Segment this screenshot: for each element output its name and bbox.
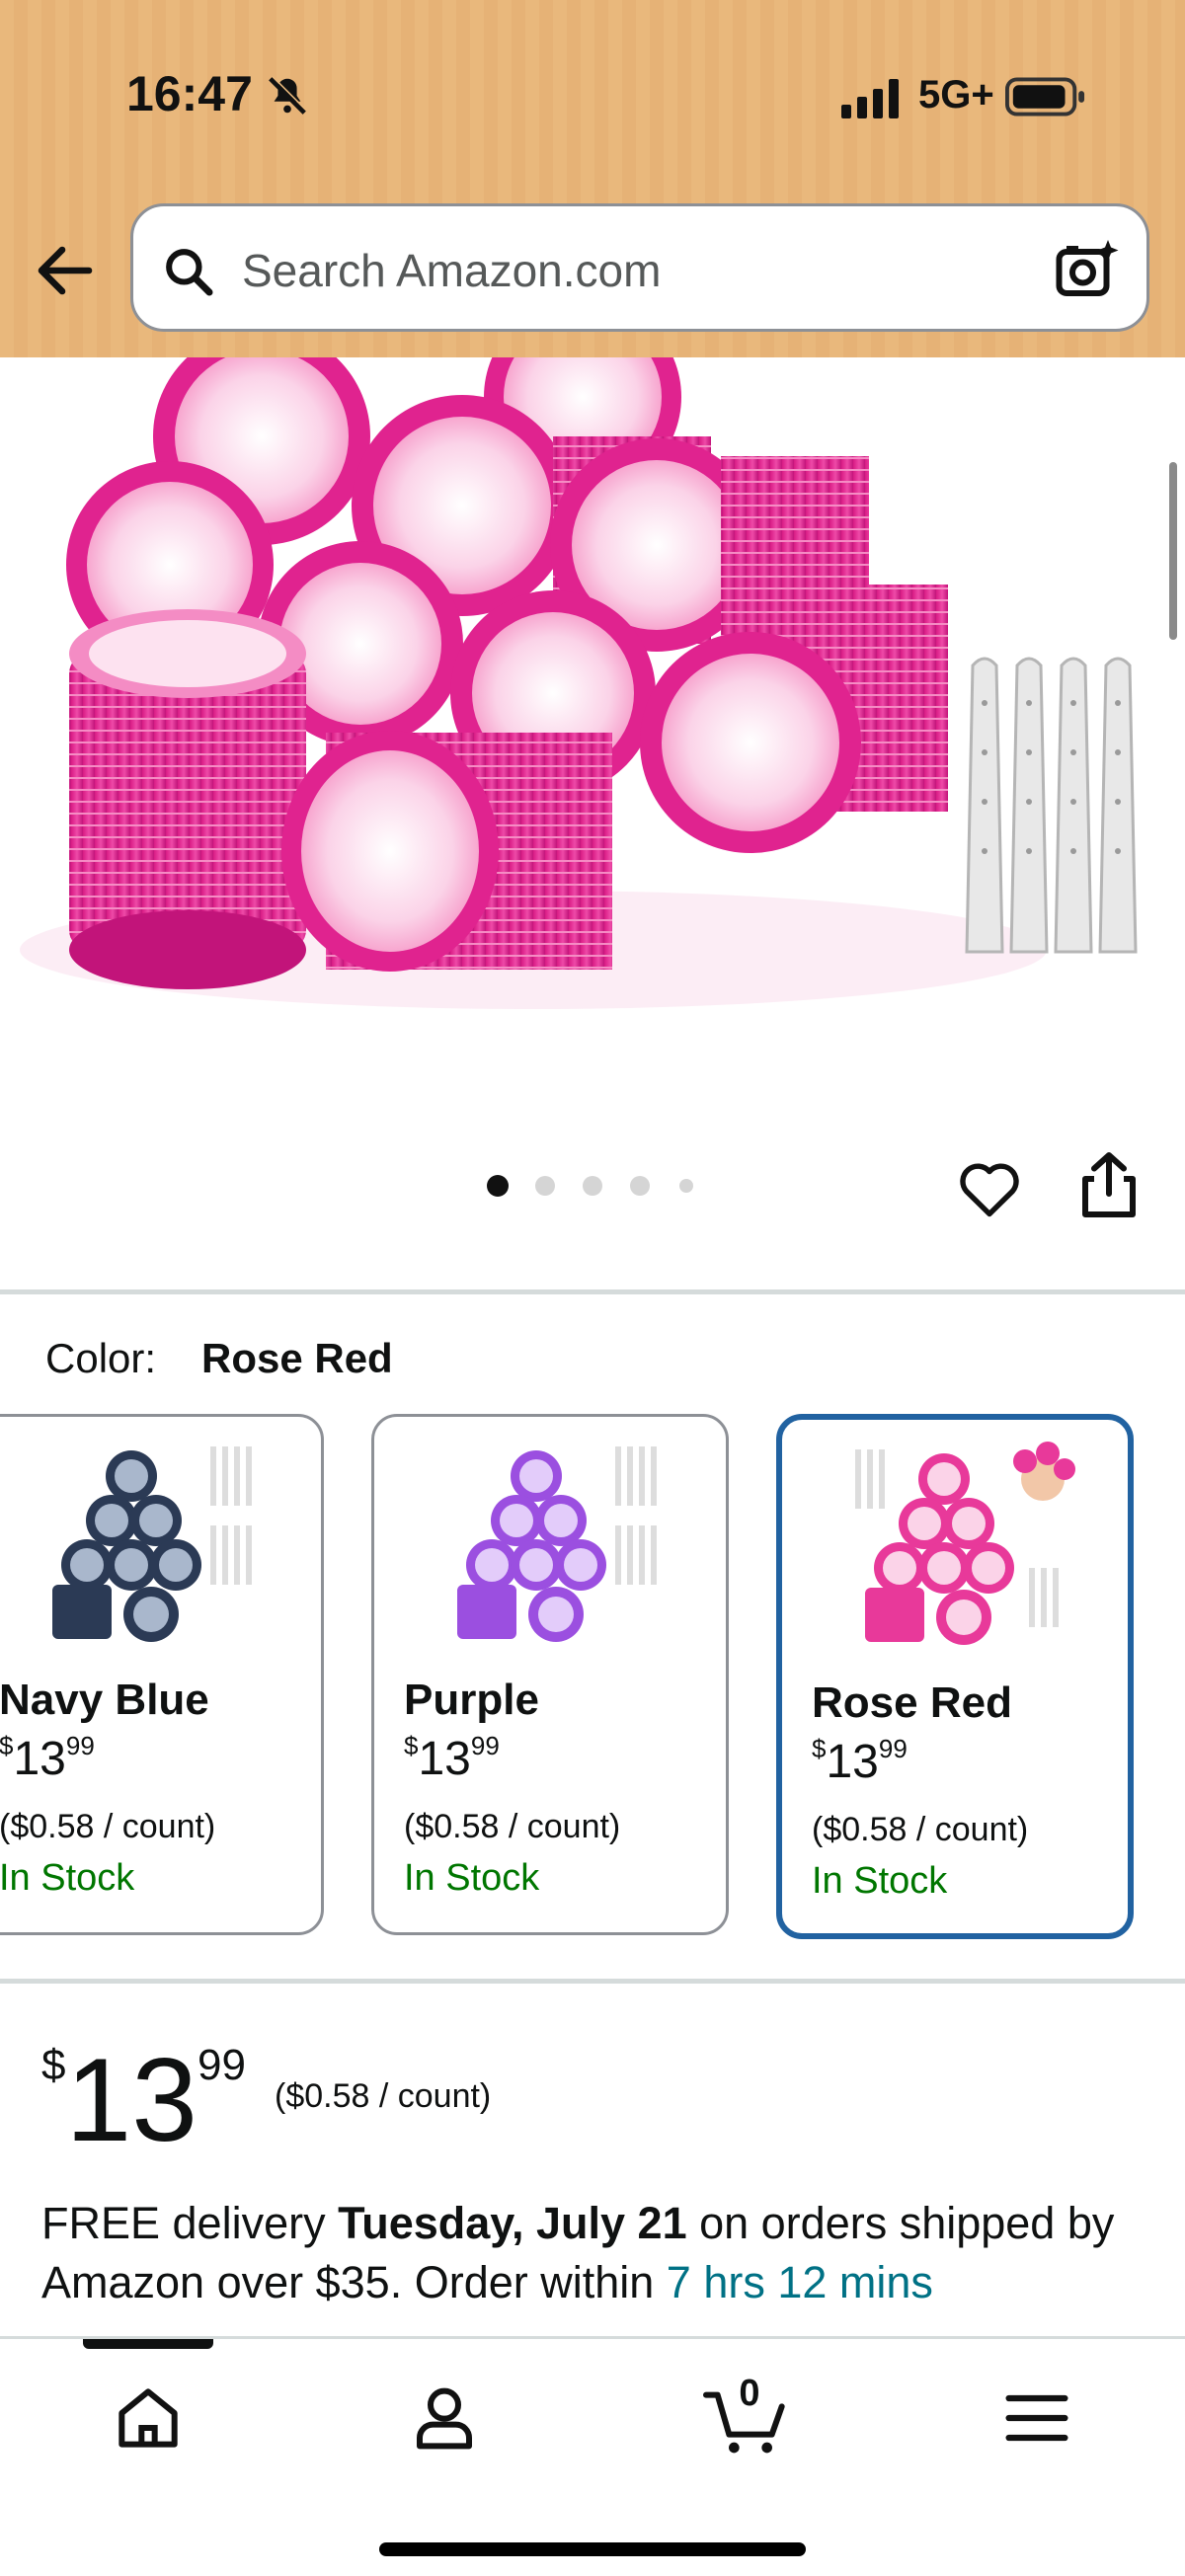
selected-color: Rose Red <box>201 1335 393 1381</box>
order-countdown: 7 hrs 12 mins <box>666 2257 933 2307</box>
search-icon <box>166 249 213 296</box>
color-option-rose-red[interactable]: Rose Red $1399 ($0.58 / count) In Stock <box>776 1414 1134 1939</box>
color-option-unit-price: ($0.58 / count) <box>0 1808 216 1845</box>
image-pagination-dots[interactable] <box>484 1173 711 1199</box>
color-option-navy-blue[interactable]: Navy Blue $1399 ($0.58 / count) In Stock <box>0 1414 324 1935</box>
status-time: 16:47 <box>126 66 253 121</box>
purple-thumbnail <box>457 1446 657 1642</box>
color-option-unit-price: ($0.58 / count) <box>812 1811 1029 1848</box>
active-tab-indicator <box>83 2339 213 2349</box>
color-label: Color: <box>45 1335 157 1381</box>
color-option-stock: In Stock <box>404 1857 540 1899</box>
color-option-price: $1399 <box>0 1731 95 1785</box>
account-icon[interactable] <box>405 2379 484 2458</box>
product-image[interactable] <box>0 357 1185 1049</box>
battery-icon <box>1005 77 1085 117</box>
section-divider <box>0 1979 1185 1984</box>
product-price: $1399 <box>41 2034 246 2166</box>
color-option-price: $1399 <box>812 1734 908 1788</box>
color-option-stock: In Stock <box>0 1857 135 1899</box>
heart-icon[interactable] <box>954 1153 1025 1224</box>
color-option-name: Rose Red <box>812 1678 1012 1727</box>
unit-price: ($0.58 / count) <box>275 2077 492 2115</box>
camera-search-icon[interactable] <box>1052 234 1123 305</box>
search-bar[interactable] <box>130 203 1149 332</box>
color-option-name: Navy Blue <box>0 1676 209 1724</box>
share-icon[interactable] <box>1076 1149 1142 1220</box>
app-header: 16:47 5G+ <box>0 0 1185 357</box>
home-indicator[interactable] <box>379 2542 806 2556</box>
back-arrow-icon[interactable] <box>30 235 101 306</box>
color-option-stock: In Stock <box>812 1860 948 1902</box>
color-option-name: Purple <box>404 1676 539 1724</box>
menu-icon[interactable] <box>997 2379 1076 2458</box>
hair-rollers-photo <box>0 357 1185 1049</box>
delivery-date: Tuesday, July 21 <box>338 2198 687 2248</box>
scrollbar[interactable] <box>1169 462 1177 640</box>
home-icon[interactable] <box>109 2379 188 2458</box>
signal-icon <box>841 79 899 118</box>
cart-count: 0 <box>739 2373 760 2414</box>
navy-blue-thumbnail <box>52 1446 252 1642</box>
rose-red-thumbnail <box>855 1442 1075 1645</box>
search-input[interactable] <box>242 236 1052 305</box>
color-option-unit-price: ($0.58 / count) <box>404 1808 621 1845</box>
delivery-info: FREE delivery Tuesday, July 21 on orders… <box>41 2198 1115 2307</box>
section-divider <box>0 1289 1185 1294</box>
bottom-navigation: 0 <box>0 2336 1185 2576</box>
network-type: 5G+ <box>918 73 994 117</box>
color-option-purple[interactable]: Purple $1399 ($0.58 / count) In Stock <box>371 1414 729 1935</box>
bell-off-icon <box>269 75 308 115</box>
color-option-price: $1399 <box>404 1731 500 1785</box>
